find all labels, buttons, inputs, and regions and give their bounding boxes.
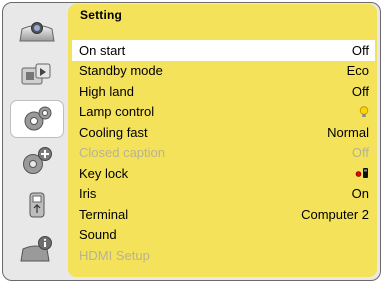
menu-row-high-land[interactable]: High land Off [72, 81, 375, 102]
menu-row-on-start[interactable]: On start Off [72, 40, 375, 61]
sidebar-item-setting[interactable] [10, 100, 64, 138]
sidebar-item-usb[interactable] [10, 186, 64, 224]
menu-row-label: Terminal [79, 206, 129, 222]
menu-row-lamp-control[interactable]: Lamp control [72, 102, 375, 123]
expand-gears-icon [23, 147, 52, 174]
menu-row-terminal[interactable]: Terminal Computer 2 [72, 204, 375, 225]
menu-row-sound[interactable]: Sound [72, 225, 375, 246]
menu-row-closed-caption: Closed caption Off [72, 143, 375, 164]
setting-menu-list: On start Off Standby mode Eco High land … [72, 40, 375, 266]
projector-icon [19, 22, 55, 42]
lamp-bulb-icon [359, 106, 369, 117]
setting-gear-icon [24, 106, 52, 131]
sidebar-item-display[interactable] [10, 12, 64, 50]
menu-row-label: Cooling fast [79, 124, 148, 140]
menu-row-label: HDMI Setup [79, 247, 150, 263]
image-adjust-icon [21, 63, 51, 85]
menu-row-value: Eco [346, 63, 369, 79]
menu-row-label: On start [79, 42, 126, 58]
menu-row-value: Off [351, 83, 369, 99]
menu-row-label: Standby mode [79, 63, 163, 79]
menu-sidebar [8, 6, 66, 274]
menu-row-label: Closed caption [79, 145, 165, 161]
menu-row-key-lock[interactable]: Key lock [72, 163, 375, 184]
menu-row-cooling-fast[interactable]: Cooling fast Normal [72, 122, 375, 143]
sidebar-item-expand[interactable] [10, 142, 64, 180]
menu-row-value [355, 167, 375, 179]
menu-row-value: On [351, 186, 369, 202]
panel-title: Setting [80, 8, 123, 22]
menu-row-label: Key lock [79, 165, 129, 181]
menu-row-value: Off [351, 42, 369, 58]
usb-icon [29, 192, 45, 218]
menu-row-label: Iris [79, 186, 97, 202]
menu-row-label: Sound [79, 227, 117, 243]
menu-row-standby-mode[interactable]: Standby mode Eco [72, 61, 375, 82]
menu-row-value: Computer 2 [301, 206, 369, 222]
menu-row-hdmi-setup: HDMI Setup [72, 245, 375, 266]
sidebar-item-info[interactable] [10, 230, 64, 268]
key-lock-remote-icon [355, 168, 368, 179]
info-icon [20, 236, 52, 262]
menu-row-value: Off [351, 145, 369, 161]
menu-row-iris[interactable]: Iris On [72, 184, 375, 205]
menu-row-value [359, 106, 375, 118]
menu-row-label: High land [79, 83, 134, 99]
menu-row-label: Lamp control [79, 104, 155, 120]
menu-row-value: Normal [327, 124, 369, 140]
sidebar-item-image[interactable] [10, 56, 64, 94]
